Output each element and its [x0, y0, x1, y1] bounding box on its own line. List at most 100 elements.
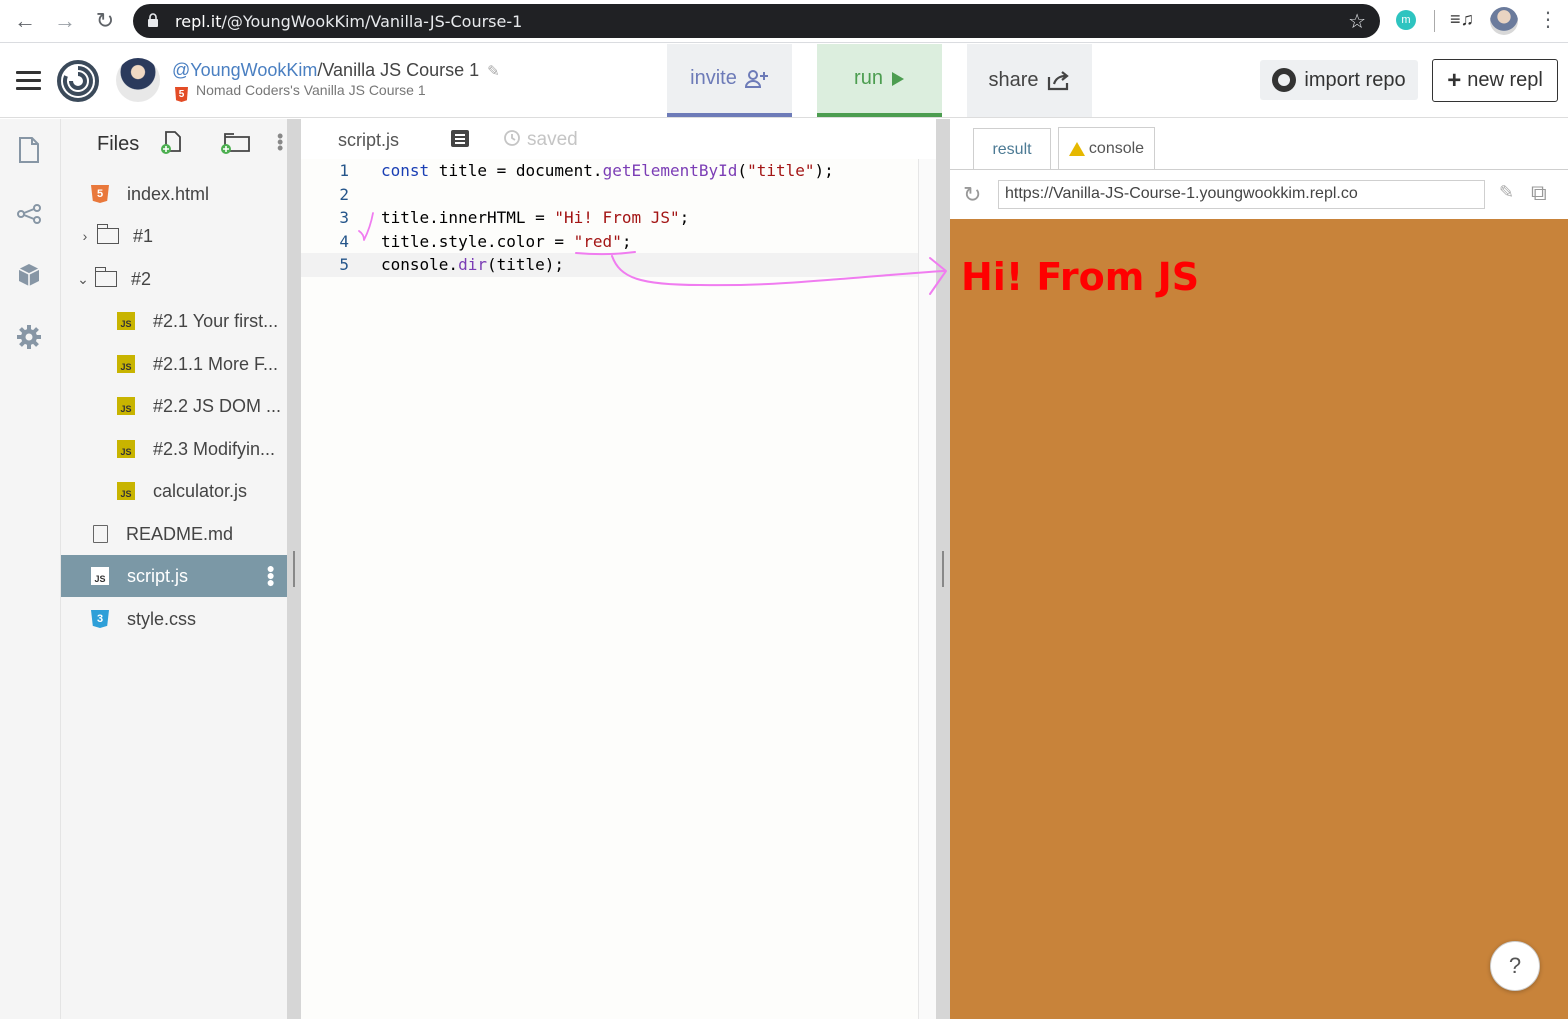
owner-link[interactable]: @YoungWookKim — [172, 60, 317, 80]
editor-tabbar: script.js saved — [301, 119, 936, 159]
edit-url-icon[interactable]: ✎ — [1499, 182, 1514, 203]
code-token: ; — [621, 231, 632, 251]
file-tree: Files • • • 5 index.html › #1 ⌄ #2 JS #2.1 You… — [61, 119, 287, 1019]
code-token: const — [381, 161, 430, 180]
invite-button[interactable]: invite — [667, 44, 792, 117]
format-code-icon[interactable] — [451, 130, 469, 147]
extension-icon[interactable]: m — [1396, 10, 1416, 30]
file-item-index-html[interactable]: 5 index.html — [61, 173, 287, 215]
folder-item-1[interactable]: › #1 — [61, 215, 287, 257]
document-icon — [93, 525, 108, 543]
address-url: repl.it/@YoungWookKim/Vanilla-JS-Course-… — [175, 12, 523, 31]
warning-icon — [1068, 141, 1085, 156]
history-icon — [504, 130, 520, 146]
code-line[interactable]: 5 console.dir(title); — [301, 253, 918, 278]
sidebar-resize-handle[interactable] — [287, 119, 301, 1019]
code-token: ( — [737, 161, 748, 180]
share-icon — [1047, 70, 1069, 90]
html5-icon: 5 — [175, 87, 188, 102]
save-status: saved — [503, 129, 578, 151]
line-number: 5 — [339, 255, 349, 275]
code-text: title.style.color = "red"; — [381, 230, 631, 254]
reload-icon[interactable]: ↻ — [92, 8, 118, 34]
file-item-2-3[interactable]: JS #2.3 Modifyin... — [61, 428, 287, 470]
repl-title: @YoungWookKim/Vanilla JS Course 1 ✎ — [172, 60, 500, 80]
forward-icon[interactable]: → — [52, 8, 78, 34]
files-menu-icon[interactable]: • • • — [277, 127, 283, 157]
line-number: 2 — [339, 184, 349, 204]
code-line[interactable]: 1 const title = document.getElementById("… — [301, 159, 918, 183]
file-item-readme[interactable]: README.md — [61, 513, 287, 555]
file-item-calculator-js[interactable]: JS calculator.js — [61, 470, 287, 512]
code-line[interactable]: 3 title.innerHTML = "Hi! From JS"; — [301, 206, 918, 230]
tab-console[interactable]: console — [1058, 127, 1155, 169]
files-icon[interactable] — [16, 136, 42, 164]
js-file-icon: JS — [117, 355, 135, 373]
css3-icon: 3 — [91, 610, 109, 628]
file-item-2-1[interactable]: JS #2.1 Your first... — [61, 300, 287, 342]
chevron-right-icon[interactable]: › — [77, 228, 93, 244]
code-area[interactable]: 1 const title = document.getElementById("… — [301, 159, 918, 1019]
preview-url-field[interactable]: https://Vanilla-JS-Course-1.youngwookkim… — [998, 180, 1485, 209]
repl-name[interactable]: Vanilla JS Course 1 — [322, 60, 479, 80]
editor-scrollbar[interactable] — [918, 159, 936, 1019]
settings-gear-icon[interactable] — [16, 323, 42, 351]
js-file-icon: JS — [117, 440, 135, 458]
import-repo-button[interactable]: import repo — [1260, 60, 1418, 100]
browser-menu-icon[interactable]: ⋮ — [1538, 7, 1558, 32]
replit-logo-icon[interactable] — [57, 60, 99, 102]
file-item-2-1-1[interactable]: JS #2.1.1 More F... — [61, 343, 287, 385]
add-folder-icon[interactable] — [219, 131, 251, 155]
file-item-script-js[interactable]: JS script.js ● ● ● — [61, 555, 287, 597]
code-editor: script.js saved 1 const title = document.… — [301, 119, 936, 1019]
folder-icon — [96, 224, 119, 244]
files-heading: Files — [97, 133, 140, 155]
share-button[interactable]: share — [967, 44, 1092, 117]
editor-file-tab[interactable]: script.js — [338, 130, 399, 151]
owner-avatar[interactable] — [116, 58, 160, 102]
file-options-icon[interactable]: ● ● ● — [267, 561, 275, 589]
code-token: title.innerHTML = — [381, 208, 555, 228]
editor-resize-handle[interactable] — [936, 119, 950, 1019]
js-file-icon: JS — [117, 482, 135, 500]
code-text: const title = document.getElementById("t… — [381, 159, 834, 183]
code-token: "red" — [573, 231, 622, 251]
preview-title: Hi! From JS — [961, 255, 1200, 299]
folder-icon — [94, 267, 117, 287]
help-button[interactable]: ? — [1490, 941, 1540, 991]
chevron-down-icon[interactable]: ⌄ — [75, 271, 91, 288]
repl-description: 5 Nomad Coders's Vanilla JS Course 1 — [175, 82, 426, 102]
code-token: (title); — [486, 255, 565, 275]
edit-pencil-icon[interactable]: ✎ — [487, 63, 500, 80]
js-file-icon: JS — [91, 567, 109, 585]
address-bar[interactable]: repl.it/@YoungWookKim/Vanilla-JS-Course-… — [133, 4, 1380, 38]
refresh-icon[interactable]: ↻ — [963, 182, 981, 208]
code-text: console.dir(title); — [381, 253, 564, 277]
add-file-icon[interactable] — [160, 131, 182, 155]
code-token: getElementById — [602, 161, 738, 180]
preview-url-bar: ↻ https://Vanilla-JS-Course-1.youngwookk… — [950, 169, 1568, 219]
code-token: ); — [814, 161, 834, 180]
folder-item-2[interactable]: ⌄ #2 — [61, 258, 287, 300]
file-item-2-2[interactable]: JS #2.2 JS DOM ... — [61, 385, 287, 427]
code-line[interactable]: 4 title.style.color = "red"; — [301, 230, 918, 254]
add-user-icon — [744, 69, 768, 88]
tab-result[interactable]: result — [973, 128, 1051, 170]
bookmark-star-icon[interactable]: ☆ — [1348, 9, 1366, 34]
new-repl-button[interactable]: + new repl — [1432, 59, 1558, 102]
version-control-icon[interactable] — [16, 200, 42, 228]
open-external-icon[interactable]: ⧉ — [1531, 180, 1547, 206]
media-queue-icon[interactable]: ≡♫ — [1450, 9, 1474, 30]
back-icon[interactable]: ← — [12, 8, 38, 34]
menu-hamburger-icon[interactable] — [16, 71, 41, 91]
profile-avatar[interactable] — [1490, 7, 1518, 35]
code-line[interactable]: 2 — [301, 183, 918, 207]
js-file-icon: JS — [117, 397, 135, 415]
code-token: console. — [381, 255, 459, 275]
result-pane: result console ↻ https://Vanilla-JS-Cour… — [950, 119, 1568, 1019]
run-button[interactable]: run — [817, 44, 942, 117]
repl-header: @YoungWookKim/Vanilla JS Course 1 ✎ 5 Noma… — [0, 44, 1568, 118]
toolbar-divider — [1434, 10, 1435, 32]
packages-icon[interactable] — [16, 261, 42, 289]
file-item-style-css[interactable]: 3 style.css — [61, 598, 287, 640]
